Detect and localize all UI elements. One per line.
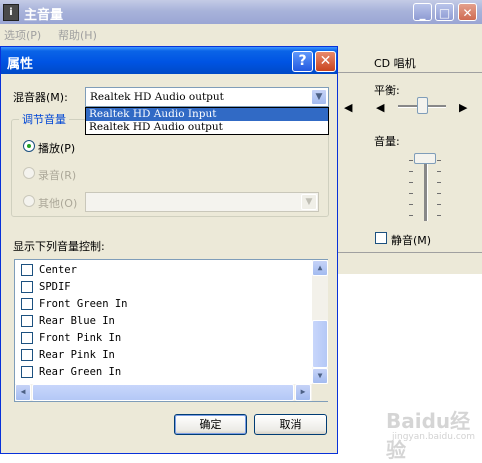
other-radio <box>23 195 35 207</box>
properties-dialog: 属性 ? ✕ 混音器(M): Realtek HD Audio output ▼… <box>0 46 338 454</box>
volume-tick <box>437 215 441 216</box>
control-checkbox[interactable] <box>21 332 33 344</box>
mixer-dropdown-list[interactable]: Realtek HD Audio Input Realtek HD Audio … <box>85 107 329 135</box>
scroll-up-icon[interactable]: ▲ <box>312 260 328 276</box>
control-checkbox[interactable] <box>21 264 33 276</box>
main-window-title: 主音量 <box>24 8 64 23</box>
minimize-button[interactable]: _ <box>413 3 432 21</box>
control-checkbox[interactable] <box>21 366 33 378</box>
vertical-scrollbar[interactable]: ▲ ▼ <box>312 260 328 384</box>
control-checkbox[interactable] <box>21 298 33 310</box>
dialog-title: 属性 <box>7 57 34 72</box>
horizontal-scrollbar[interactable]: ◀ ▶ <box>15 384 312 401</box>
volume-label: 音量: <box>374 135 400 148</box>
speaker-left-icon: ◀ <box>344 101 353 114</box>
speaker-left-icon: ◀ <box>376 101 385 114</box>
controls-label: 显示下列音量控制: <box>13 240 105 253</box>
volume-tick <box>437 160 441 161</box>
volume-tick <box>409 193 413 194</box>
other-radio-label: 其他(O) <box>38 197 78 210</box>
dialog-titlebar[interactable]: 属性 ? ✕ <box>1 47 337 74</box>
horizontal-scroll-thumb[interactable] <box>32 384 294 401</box>
chevron-down-icon[interactable]: ▼ <box>311 89 327 105</box>
mixer-select-value: Realtek HD Audio output <box>90 91 224 103</box>
volume-slider-track[interactable] <box>424 155 428 221</box>
mixer-select[interactable]: Realtek HD Audio output ▼ <box>85 87 329 107</box>
main-close-button[interactable]: ✕ <box>458 3 477 21</box>
volume-slider-thumb[interactable] <box>414 153 436 164</box>
playback-radio-label[interactable]: 播放(P) <box>38 140 75 156</box>
cancel-button[interactable]: 取消 <box>254 414 327 435</box>
main-window-titlebar[interactable]: i 主音量 _ □ ✕ <box>0 0 482 24</box>
scrollbar-corner <box>312 384 328 401</box>
mixer-label: 混音器(M): <box>13 91 68 104</box>
watermark-url: jingyan.baidu.com <box>392 432 476 442</box>
scroll-left-icon[interactable]: ◀ <box>15 384 31 401</box>
volume-tick <box>437 193 441 194</box>
volume-tick <box>437 171 441 172</box>
speaker-right-icon: ▶ <box>459 101 468 114</box>
control-checkbox[interactable] <box>21 281 33 293</box>
help-button[interactable]: ? <box>292 51 313 72</box>
balance-label: 平衡: <box>374 84 400 97</box>
menu-help[interactable]: 帮助(H) <box>58 27 97 43</box>
mixer-option-output[interactable]: Realtek HD Audio output <box>86 121 328 134</box>
playback-radio[interactable] <box>23 140 35 152</box>
control-checkbox[interactable] <box>21 349 33 361</box>
other-device-select: ▼ <box>85 192 319 212</box>
scroll-right-icon[interactable]: ▶ <box>295 384 311 401</box>
volume-tick <box>409 160 413 161</box>
volume-tick <box>409 171 413 172</box>
volume-app-icon: i <box>3 4 19 21</box>
adjust-volume-group-title: 调节音量 <box>19 111 69 127</box>
record-radio-label: 录音(R) <box>38 169 77 182</box>
volume-controls-list[interactable]: Center SPDIF Front Green In Rear Blue In… <box>14 259 328 402</box>
volume-tick <box>409 215 413 216</box>
chevron-down-icon: ▼ <box>301 194 317 210</box>
channel-divider <box>330 72 482 73</box>
volume-tick <box>437 182 441 183</box>
balance-slider-thumb[interactable] <box>417 97 428 114</box>
main-menubar: 选项(P) 帮助(H) <box>0 24 482 44</box>
volume-tick <box>409 204 413 205</box>
record-radio <box>23 167 35 179</box>
main-status-bar <box>330 252 482 273</box>
menu-options[interactable]: 选项(P) <box>4 27 41 43</box>
volume-tick <box>437 204 441 205</box>
channel-name: CD 唱机 <box>374 57 416 70</box>
dialog-close-button[interactable]: ✕ <box>315 51 336 72</box>
maximize-button[interactable]: □ <box>435 3 454 21</box>
mute-label: 静音(M) <box>391 234 432 247</box>
vertical-scroll-thumb[interactable] <box>312 320 328 368</box>
mixer-option-input[interactable]: Realtek HD Audio Input <box>86 108 328 121</box>
control-checkbox[interactable] <box>21 315 33 327</box>
ok-button[interactable]: 确定 <box>174 414 247 435</box>
volume-tick <box>409 182 413 183</box>
scroll-down-icon[interactable]: ▼ <box>312 368 328 384</box>
mute-checkbox[interactable] <box>375 232 387 244</box>
radio-dot-icon <box>27 144 31 148</box>
